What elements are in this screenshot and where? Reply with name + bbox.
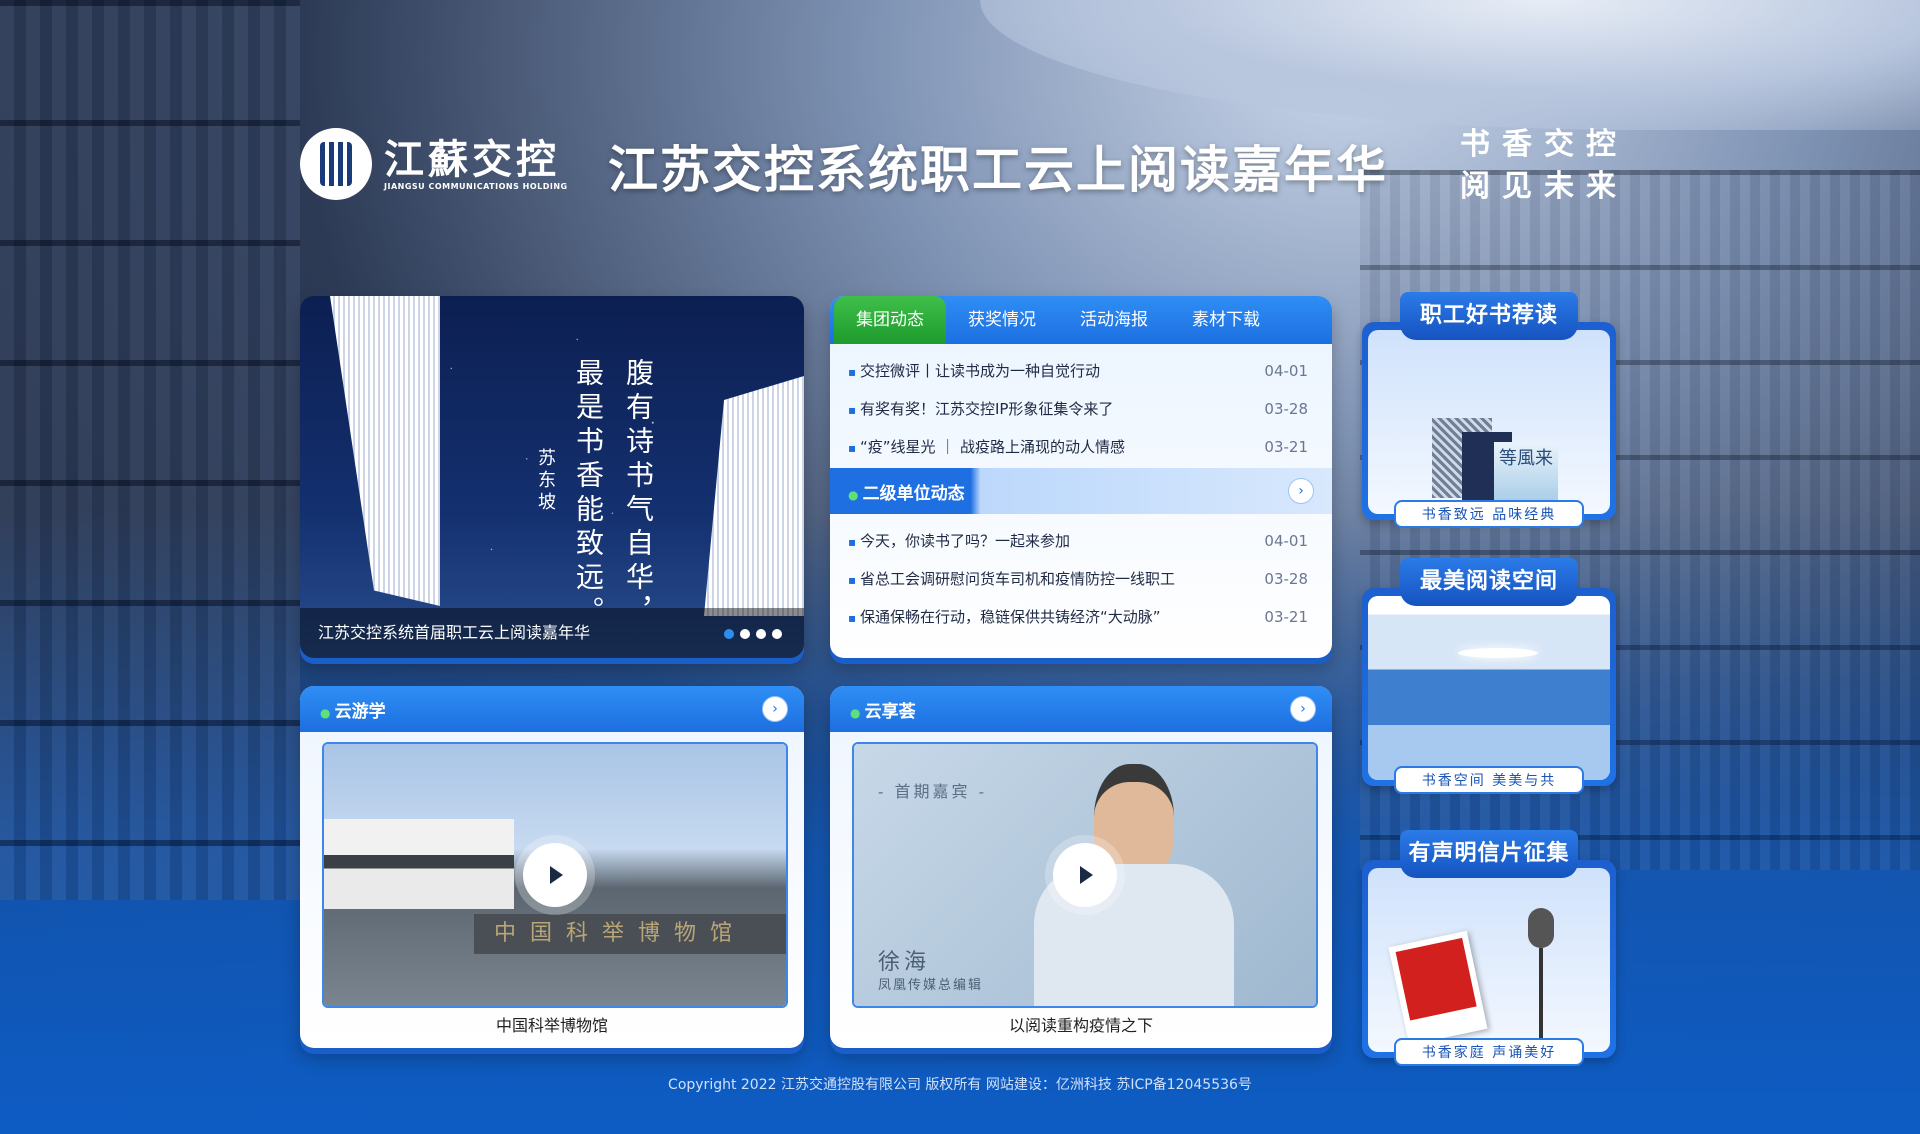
- cloud-salon-title: 云享荟: [850, 697, 916, 722]
- footer-copyright: Copyright 2022 江苏交通控股有限公司 版权所有 网站建设：亿洲科技…: [668, 1077, 1252, 1093]
- news-panel: 集团动态 获奖情况 活动海报 素材下载 交控微评丨让读书成为一种自觉行动 04-0…: [830, 296, 1332, 658]
- news-title: 今天，你读书了吗？一起来参加: [848, 522, 1070, 560]
- cloud-tour-panel: 云游学 › 中国科举博物馆 中国科举博物馆: [300, 686, 804, 1048]
- carousel-dot[interactable]: [772, 629, 782, 639]
- brand-logo[interactable]: 江蘇交控 JIANGSU COMMUNICATIONS HOLDING: [300, 128, 568, 200]
- chevron-right-icon[interactable]: ›: [1290, 696, 1316, 722]
- background-ceiling: [980, 0, 1920, 130]
- sub-unit-header: 二级单位动态 ›: [830, 468, 1332, 514]
- microphone-icon: [1528, 908, 1554, 948]
- cloud-tour-title: 云游学: [320, 697, 386, 722]
- list-item[interactable]: 交控微评丨让读书成为一种自觉行动 04-01: [848, 352, 1308, 390]
- sub-unit-title: 二级单位动态: [848, 479, 965, 504]
- lamp-icon: [1458, 648, 1538, 658]
- play-icon[interactable]: [523, 843, 587, 907]
- postcard-graphic: [1388, 930, 1488, 1046]
- tab-posters[interactable]: 活动海报: [1058, 296, 1170, 344]
- news-title: 交控微评丨让读书成为一种自觉行动: [848, 352, 1100, 390]
- poem-line-2: 最是书香能致远。: [572, 358, 605, 630]
- card-reading-space[interactable]: 最美阅读空间 书香空间 美美与共: [1362, 558, 1616, 794]
- news-date: 03-21: [1264, 608, 1308, 626]
- guest-tag: - 首期嘉宾 -: [878, 782, 987, 801]
- list-item[interactable]: 保通保畅在行动，稳链保供共铸经济“大动脉” 03-21: [848, 598, 1308, 636]
- chevron-right-icon[interactable]: ›: [1288, 478, 1314, 504]
- card-tag: 书香空间 美美与共: [1394, 766, 1584, 794]
- slogan-line-1: 书香交控: [1460, 127, 1628, 162]
- museum-building: [324, 819, 514, 909]
- tab-awards[interactable]: 获奖情况: [946, 296, 1058, 344]
- card-tag: 书香家庭 声诵美好: [1394, 1038, 1584, 1066]
- news-tabs: 集团动态 获奖情况 活动海报 素材下载: [830, 296, 1332, 344]
- banner-carousel[interactable]: 腹有诗书气自华， 最是书香能致远。 苏东坡 江苏交控系统首届职工云上阅读嘉年华: [300, 296, 804, 658]
- chevron-right-icon[interactable]: ›: [762, 696, 788, 722]
- background-shelf-left: [0, 0, 300, 900]
- news-date: 04-01: [1264, 362, 1308, 380]
- slogan: 书香交控 阅见未来: [1460, 124, 1628, 208]
- carousel-caption-text: 江苏交控系统首届职工云上阅读嘉年华: [318, 623, 591, 642]
- logo-text: 江蘇交控 JIANGSU COMMUNICATIONS HOLDING: [384, 135, 568, 191]
- poem: 腹有诗书气自华， 最是书香能致远。 苏东坡: [532, 358, 658, 630]
- news-title: 有奖有奖！江苏交控IP形象征集令来了: [848, 390, 1113, 428]
- slogan-line-2: 阅见未来: [1460, 169, 1628, 204]
- card-tag: 书香致远 品味经典: [1394, 500, 1584, 528]
- tab-downloads[interactable]: 素材下载: [1170, 296, 1282, 344]
- reading-room-graphic: [1368, 596, 1610, 780]
- card-image: [1368, 596, 1610, 780]
- news-date: 03-28: [1264, 400, 1308, 418]
- museum-video[interactable]: 中国科举博物馆: [322, 742, 788, 1008]
- carousel-dot[interactable]: [724, 629, 734, 639]
- card-title: 职工好书荐读: [1400, 292, 1578, 340]
- microphone-stand: [1539, 948, 1543, 1048]
- cloud-salon-header: 云享荟 ›: [830, 686, 1332, 732]
- news-date: 03-28: [1264, 570, 1308, 588]
- cloud-salon-panel: 云享荟 › - 首期嘉宾 - 徐海 凤凰传媒总编辑 以阅读重构疫情之下: [830, 686, 1332, 1048]
- list-item[interactable]: 有奖有奖！江苏交控IP形象征集令来了 03-28: [848, 390, 1308, 428]
- carousel-dot[interactable]: [756, 629, 766, 639]
- card-book-recommend[interactable]: 等風来 职工好书荐读 书香致远 品味经典: [1362, 292, 1616, 528]
- page-title: 江苏交控系统职工云上阅读嘉年华: [608, 141, 1388, 199]
- card-title: 有声明信片征集: [1400, 830, 1578, 878]
- guest-name: 徐海: [878, 950, 931, 975]
- list-item[interactable]: 省总工会调研慰问货车司机和疫情防控一线职工 03-28: [848, 560, 1308, 598]
- carousel-dots: [724, 629, 782, 639]
- list-item[interactable]: “疫”线星光 ｜ 战疫路上涌现的动人情感 03-21: [848, 428, 1308, 466]
- news-title: 保通保畅在行动，稳链保供共铸经济“大动脉”: [848, 598, 1161, 636]
- tab-group-news[interactable]: 集团动态: [834, 296, 946, 344]
- books-graphic: 等風来: [1432, 418, 1558, 512]
- interview-video[interactable]: - 首期嘉宾 - 徐海 凤凰传媒总编辑: [852, 742, 1318, 1008]
- list-item[interactable]: 今天，你读书了吗？一起来参加 04-01: [848, 522, 1308, 560]
- logo-cn: 江蘇交控: [384, 135, 560, 183]
- logo-en: JIANGSU COMMUNICATIONS HOLDING: [384, 181, 568, 191]
- card-title: 最美阅读空间: [1400, 558, 1578, 606]
- museum-sign: 中国科举博物馆: [474, 914, 786, 954]
- card-image: 等風来: [1368, 330, 1610, 514]
- card-audio-postcard[interactable]: 有声明信片征集 书香家庭 声诵美好: [1362, 830, 1616, 1066]
- play-icon[interactable]: [1053, 843, 1117, 907]
- video-caption[interactable]: 中国科举博物馆: [300, 1012, 804, 1036]
- news-title: “疫”线星光 ｜ 战疫路上涌现的动人情感: [848, 428, 1125, 466]
- group-news-list: 交控微评丨让读书成为一种自觉行动 04-01 有奖有奖！江苏交控IP形象征集令来了…: [830, 344, 1332, 466]
- carousel-dot[interactable]: [740, 629, 750, 639]
- sub-unit-news-list: 今天，你读书了吗？一起来参加 04-01 省总工会调研慰问货车司机和疫情防控一线职…: [830, 514, 1332, 636]
- guest-role: 凤凰传媒总编辑: [878, 978, 984, 993]
- news-date: 03-21: [1264, 438, 1308, 456]
- video-caption[interactable]: 以阅读重构疫情之下: [830, 1012, 1332, 1036]
- poem-author: 苏东坡: [535, 448, 556, 514]
- news-title: 省总工会调研慰问货车司机和疫情防控一线职工: [848, 560, 1175, 598]
- cloud-tour-header: 云游学 ›: [300, 686, 804, 732]
- news-date: 04-01: [1264, 532, 1308, 550]
- poem-line-1: 腹有诗书气自华，: [622, 358, 655, 630]
- card-image: [1368, 868, 1610, 1052]
- logo-mark-icon: [300, 128, 372, 200]
